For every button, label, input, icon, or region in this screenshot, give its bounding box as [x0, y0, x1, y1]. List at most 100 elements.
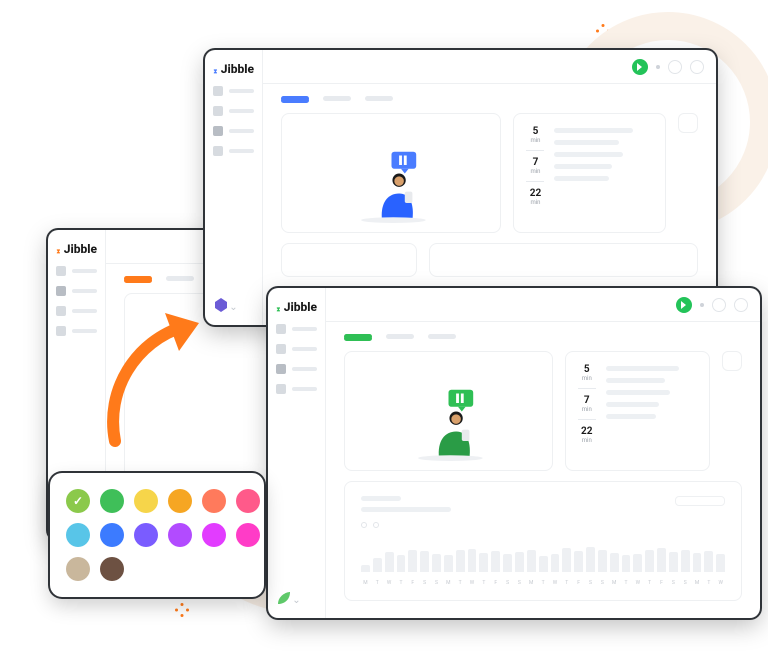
bar: [539, 556, 548, 572]
bar: [503, 554, 512, 572]
bar: [610, 553, 619, 572]
tab[interactable]: [428, 334, 456, 339]
stat-unit: min: [582, 375, 592, 382]
illustration-person: [401, 382, 496, 462]
bar: [361, 565, 370, 572]
brand-label: Jibble: [284, 300, 317, 314]
nav-item[interactable]: [56, 306, 97, 316]
app-icon: [213, 297, 229, 317]
hourglass-icon: [56, 243, 61, 255]
color-swatch[interactable]: [100, 523, 124, 547]
toolbar-button[interactable]: [734, 298, 748, 312]
bar-chart: [361, 536, 725, 572]
tab[interactable]: [386, 334, 414, 339]
nav-item[interactable]: [213, 86, 254, 96]
brand-label: Jibble: [221, 62, 254, 76]
arrow-icon: [95, 301, 215, 421]
logo: Jibble: [56, 242, 97, 256]
app-window-green: Jibble ⌄: [268, 288, 760, 618]
chart-card: MTWTFSSMTWTFSSMTWTFSSMTWTFSSMTW: [344, 481, 742, 601]
color-swatch[interactable]: [66, 557, 90, 581]
color-swatch[interactable]: [168, 489, 192, 513]
illustration-person: [344, 144, 439, 224]
bar: [385, 552, 394, 572]
tab-active[interactable]: [124, 276, 152, 281]
stat: 7min: [578, 395, 596, 413]
stat: 5min: [578, 364, 596, 382]
tab-active[interactable]: [344, 334, 372, 339]
bar: [681, 550, 690, 572]
color-swatch[interactable]: [100, 489, 124, 513]
logo: Jibble: [213, 62, 254, 76]
hourglass-icon: [276, 301, 281, 313]
stat: 7min: [526, 157, 544, 175]
bar: [622, 555, 631, 572]
color-swatch[interactable]: [202, 523, 226, 547]
hourglass-icon: [213, 63, 218, 75]
nav-item[interactable]: [56, 266, 97, 276]
nav-item[interactable]: [276, 384, 317, 394]
toolbar-button[interactable]: [690, 60, 704, 74]
color-swatch[interactable]: [236, 523, 260, 547]
stats-card: 5min 7min 22min: [565, 351, 710, 471]
color-swatch[interactable]: [134, 489, 158, 513]
bar: [551, 554, 560, 572]
stats-card: 5min7min22min: [513, 113, 666, 233]
bar: [491, 551, 500, 572]
tab[interactable]: [166, 276, 194, 281]
bar: [527, 550, 536, 572]
stat-number: 22: [530, 188, 541, 199]
color-swatch[interactable]: [100, 557, 124, 581]
nav-item[interactable]: [276, 364, 317, 374]
toolbar-button[interactable]: [712, 298, 726, 312]
hero-card: [281, 113, 501, 233]
tab-active[interactable]: [281, 96, 309, 101]
content-card: [281, 243, 417, 277]
topbar: [326, 288, 760, 322]
color-swatch[interactable]: [134, 523, 158, 547]
color-swatch[interactable]: [236, 489, 260, 513]
nav-item[interactable]: [213, 146, 254, 156]
nav-item[interactable]: [56, 326, 97, 336]
sidebar: Jibble ⌄: [268, 288, 326, 618]
expand-button[interactable]: [678, 113, 698, 133]
status-dot: [700, 303, 704, 307]
nav-item[interactable]: [213, 106, 254, 116]
play-button[interactable]: [632, 59, 648, 75]
play-button[interactable]: [676, 297, 692, 313]
tabs: [326, 322, 760, 343]
bar: [444, 555, 453, 572]
bar: [693, 553, 702, 572]
bar: [574, 551, 583, 572]
tab[interactable]: [323, 96, 351, 101]
nav-item[interactable]: [213, 126, 254, 136]
tabs: [263, 84, 716, 105]
bar: [657, 548, 666, 572]
topbar: [263, 50, 716, 84]
nav-item[interactable]: [276, 344, 317, 354]
stat: 22min: [578, 426, 596, 444]
stat-unit: min: [582, 437, 592, 444]
status-dot: [656, 65, 660, 69]
bar: [408, 550, 417, 572]
color-swatch[interactable]: [202, 489, 226, 513]
tab[interactable]: [365, 96, 393, 101]
nav-item[interactable]: [56, 286, 97, 296]
app-window-blue: Jibble ⌄: [205, 50, 716, 325]
bar: [468, 549, 477, 572]
bar: [432, 554, 441, 572]
brand-label: Jibble: [64, 242, 97, 256]
bar: [598, 550, 607, 572]
color-swatch[interactable]: [168, 523, 192, 547]
sparkle-icon: [175, 603, 187, 615]
bar: [716, 554, 725, 572]
bar: [420, 551, 429, 572]
stat-number: 7: [533, 157, 539, 168]
nav-item[interactable]: [276, 324, 317, 334]
color-swatch[interactable]: [66, 489, 90, 513]
bar: [669, 552, 678, 572]
content-card: [429, 243, 698, 277]
toolbar-button[interactable]: [668, 60, 682, 74]
color-swatch[interactable]: [66, 523, 90, 547]
expand-button[interactable]: [722, 351, 742, 371]
